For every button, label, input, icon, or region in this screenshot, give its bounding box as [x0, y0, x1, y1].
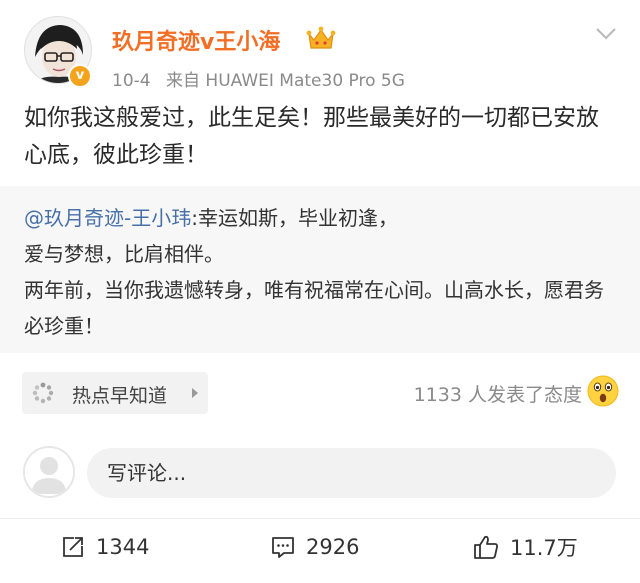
retweet-text-part2: 爱与梦想，比肩相伴。: [24, 242, 224, 266]
retweet-text-part3: 两年前，当你我遗憾转身，唯有祝福常在心间。山高水长，愿君务必珍重！: [24, 278, 604, 338]
verified-badge-icon: v: [68, 64, 92, 88]
comments-button[interactable]: 2926: [270, 530, 359, 564]
chevron-right-icon: [192, 388, 198, 398]
source-device[interactable]: HUAWEI Mate30 Pro 5G: [205, 71, 405, 91]
comment-icon: [272, 537, 294, 558]
surprised-emoji-icon[interactable]: [586, 374, 620, 408]
username[interactable]: 玖月奇迹v王小海: [112, 24, 280, 56]
topic-button[interactable]: 热点早知道: [22, 372, 208, 414]
retweet-mention[interactable]: @玖月奇迹-王小玮: [24, 206, 191, 230]
repost-icon: [63, 537, 83, 557]
chevron-down-icon[interactable]: [594, 26, 618, 42]
post-date: 10-4: [112, 71, 151, 91]
attitude-count[interactable]: 1133 人发表了态度: [414, 380, 582, 407]
comment-count: 2926: [306, 535, 360, 559]
topic-label: 热点早知道: [72, 385, 168, 407]
verified-badge-label: v: [75, 68, 85, 83]
repost-count: 1344: [96, 535, 150, 559]
source-prefix: 来自: [166, 71, 200, 91]
thumbs-up-icon: [474, 535, 498, 559]
comment-input[interactable]: [107, 461, 587, 485]
post-content: 如你我这般爱过，此生足矣！那些最美好的一切都已安放心底，彼此珍重！: [24, 105, 599, 168]
retweet-text-part1: :幸运如斯，毕业初逢，: [191, 206, 398, 230]
my-avatar[interactable]: [23, 446, 75, 498]
topic-spinner-icon: [32, 382, 54, 404]
action-divider: [0, 518, 640, 519]
post-header: v 玖月奇迹v王小海 10-4 来自 HUAWEI Mate30 Pro 5G: [0, 0, 640, 100]
retweet-text: @玖月奇迹-王小玮:幸运如斯，毕业初逢， 爱与梦想，比肩相伴。 两年前，当你我遗…: [24, 200, 620, 344]
like-button[interactable]: 11.7万: [472, 530, 578, 564]
comment-box[interactable]: [87, 448, 616, 498]
post-meta: 10-4 来自 HUAWEI Mate30 Pro 5G: [112, 66, 405, 91]
like-count: 11.7万: [510, 536, 578, 560]
crown-icon[interactable]: [306, 26, 336, 52]
repost-button[interactable]: 1344: [60, 530, 149, 564]
retweet-block[interactable]: @玖月奇迹-王小玮:幸运如斯，毕业初逢， 爱与梦想，比肩相伴。 两年前，当你我遗…: [0, 186, 640, 353]
